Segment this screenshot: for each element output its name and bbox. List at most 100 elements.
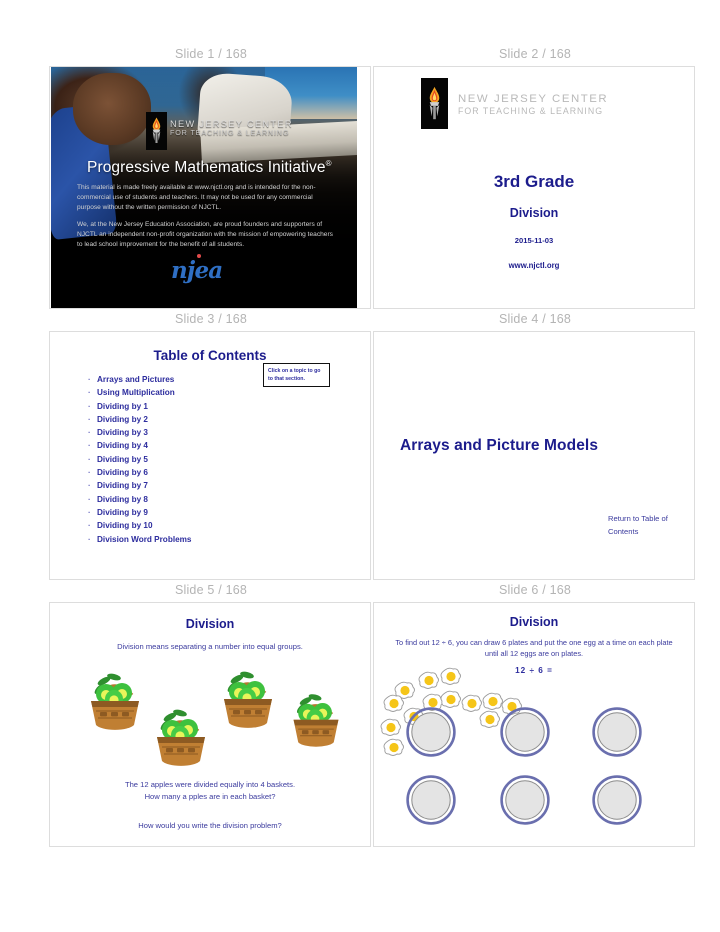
toc-item-label: Dividing by 2 xyxy=(97,414,148,424)
apple-basket-4 xyxy=(293,694,339,747)
slide-5-label: Slide 5 / 168 xyxy=(174,583,248,597)
toc-item-dividing-by-4[interactable]: · Dividing by 4 xyxy=(88,439,268,452)
toc-item-using-multiplication[interactable]: · Using Multiplication xyxy=(88,386,268,399)
page-title: Division xyxy=(509,615,559,629)
toc-item-dividing-by-7[interactable]: · Dividing by 7 xyxy=(88,479,268,492)
toc-item-label: Arrays and Pictures xyxy=(97,375,175,384)
bullet-icon: · xyxy=(88,454,91,464)
toc-list: · Arrays and Pictures · Using Multiplicati… xyxy=(88,373,268,546)
slide-2-frame[interactable]: NEW JERSEY CENTER FOR TEACHING & LEARNIN… xyxy=(373,66,695,309)
slide-thumbnail-page: Slide 1 / 168 NEW JERSEY CENTER FOR TEAC… xyxy=(0,0,720,932)
plate-4 xyxy=(406,775,456,825)
slide-5-frame[interactable]: Division Division means separating a num… xyxy=(49,602,371,847)
slide-4-frame[interactable]: Arrays and Picture Models Return to Tabl… xyxy=(373,331,695,580)
toc-item-dividing-by-5[interactable]: · Dividing by 5 xyxy=(88,453,268,466)
apple-basket-3 xyxy=(224,671,272,728)
toc-item-division-word-problems[interactable]: · Division Word Problems xyxy=(88,533,268,546)
slide-4-label: Slide 4 / 168 xyxy=(498,312,572,326)
plate-2 xyxy=(500,707,550,757)
toc-item-dividing-by-8[interactable]: · Dividing by 8 xyxy=(88,493,268,506)
page-title: Division xyxy=(185,617,235,631)
return-to-toc-link[interactable]: Return to Table of Contents xyxy=(608,512,694,538)
division-apples-slide: Division Division means separating a num… xyxy=(50,603,370,846)
slide-3-frame[interactable]: Table of Contents · Arrays and Pictures ·… xyxy=(49,331,371,580)
toc-item-label: Dividing by 6 xyxy=(97,468,148,478)
toc-item-label: Dividing by 8 xyxy=(97,494,148,504)
bullet-icon: · xyxy=(88,388,91,398)
bullet-icon: · xyxy=(88,375,91,384)
toc-item-dividing-by-2[interactable]: · Dividing by 2 xyxy=(88,413,268,426)
torch-icon xyxy=(421,78,448,129)
photo-student-left-face xyxy=(73,73,151,145)
bullet-icon: · xyxy=(88,441,91,451)
njctl-brand: NEW JERSEY CENTER FOR TEACHING & LEARNIN… xyxy=(458,93,608,116)
date-text: 2015-11-03 xyxy=(514,236,554,245)
plate-1 xyxy=(406,707,456,757)
section-header-slide: Arrays and Picture Models Return to Tabl… xyxy=(374,332,694,579)
bullet-icon: · xyxy=(88,414,91,424)
toc-item-dividing-by-3[interactable]: · Dividing by 3 xyxy=(88,426,268,439)
title-slide: NEW JERSEY CENTER FOR TEACHING & LEARNIN… xyxy=(374,67,694,308)
egg-3 xyxy=(440,667,461,685)
toc-item-label: Dividing by 4 xyxy=(97,441,148,451)
egg-13 xyxy=(383,738,404,756)
slide-2-label: Slide 2 / 168 xyxy=(498,47,572,61)
egg-12 xyxy=(380,718,401,736)
question-line-2: How many a pples are in each basket? xyxy=(144,791,276,801)
program-title: Progressive Mathematics Initiative® xyxy=(87,159,332,177)
toc-item-dividing-by-1[interactable]: · Dividing by 1 xyxy=(88,400,268,413)
slide-cell-3: Slide 3 / 168 Table of Contents · Arrays … xyxy=(49,309,373,580)
lead-text: To find out 12 ÷ 6, you can draw 6 plate… xyxy=(395,638,673,659)
plate-3 xyxy=(592,707,642,757)
toc-item-label: Dividing by 10 xyxy=(97,521,153,531)
page-title: Table of Contents xyxy=(153,348,267,363)
njctl-brand-line-2: FOR TEACHING & LEARNING xyxy=(170,128,290,138)
slide-row-2: Slide 3 / 168 Table of Contents · Arrays … xyxy=(49,309,697,580)
toc-item-label: Using Multiplication xyxy=(97,388,175,398)
division-eggs-slide: Division To find out 12 ÷ 6, you can dra… xyxy=(374,603,694,846)
slide-1-label: Slide 1 / 168 xyxy=(174,47,248,61)
slide-cell-4: Slide 4 / 168 Arrays and Picture Models … xyxy=(373,309,697,580)
slide-cell-5: Slide 5 / 168 Division Division means se… xyxy=(49,580,373,847)
slide-row-1: Slide 1 / 168 NEW JERSEY CENTER FOR TEAC… xyxy=(49,44,697,309)
slide-grid: Slide 1 / 168 NEW JERSEY CENTER FOR TEAC… xyxy=(49,44,697,847)
egg-2 xyxy=(418,671,439,689)
slide-cell-2: Slide 2 / 168 NEW JERSEY CENTER FOR TEAC… xyxy=(373,44,697,309)
bullet-icon: · xyxy=(88,468,91,478)
registered-mark: ® xyxy=(325,159,332,168)
slide-cell-6: Slide 6 / 168 Division To find out 12 ÷ … xyxy=(373,580,697,847)
toc-item-label: Dividing by 3 xyxy=(97,428,148,438)
grade-heading: 3rd Grade xyxy=(493,172,575,191)
njea-logo: njea xyxy=(171,254,223,284)
program-title-text: Progressive Mathematics Initiative xyxy=(87,159,326,177)
bullet-icon: · xyxy=(88,401,91,411)
toc-item-dividing-by-9[interactable]: · Dividing by 9 xyxy=(88,506,268,519)
apple-basket-1 xyxy=(91,673,139,730)
toc-item-dividing-by-10[interactable]: · Dividing by 10 xyxy=(88,519,268,532)
toc-item-label: Dividing by 5 xyxy=(97,454,148,464)
legal-text: This material is made freely available a… xyxy=(77,183,333,250)
apple-basket-2 xyxy=(157,709,205,766)
bullet-icon: · xyxy=(88,521,91,531)
egg-4 xyxy=(383,694,404,712)
toc-hint-box: Click on a topic to go to that section. xyxy=(263,363,330,388)
slide-1-frame[interactable]: NEW JERSEY CENTER FOR TEACHING & LEARNIN… xyxy=(49,66,371,309)
njctl-brand: NEW JERSEY CENTER FOR TEACHING & LEARNIN… xyxy=(170,119,293,137)
legal-paragraph-2: We, at the New Jersey Education Associat… xyxy=(77,221,333,249)
bullet-icon: · xyxy=(88,507,91,517)
toc-item-label: Dividing by 7 xyxy=(97,481,148,491)
question-text-1: The 12 apples were divided equally into … xyxy=(50,779,370,803)
slide-6-frame[interactable]: Division To find out 12 ÷ 6, you can dra… xyxy=(373,602,695,847)
cover-photo: NEW JERSEY CENTER FOR TEACHING & LEARNIN… xyxy=(51,67,357,308)
lead-text: Division means separating a number into … xyxy=(117,642,303,651)
table-of-contents-slide: Table of Contents · Arrays and Pictures ·… xyxy=(50,332,370,579)
njea-logo-dot xyxy=(197,254,201,258)
toc-item-label: Division Word Problems xyxy=(97,534,192,544)
website-url: www.njctl.org xyxy=(508,261,560,270)
toc-item-label: Dividing by 9 xyxy=(97,507,148,517)
question-text-2: How would you write the division problem… xyxy=(138,821,282,830)
toc-item-arrays-and-pictures[interactable]: · Arrays and Pictures xyxy=(88,373,268,386)
toc-item-dividing-by-6[interactable]: · Dividing by 6 xyxy=(88,466,268,479)
subject-heading: Division xyxy=(509,206,559,220)
slide-3-label: Slide 3 / 168 xyxy=(174,312,248,326)
